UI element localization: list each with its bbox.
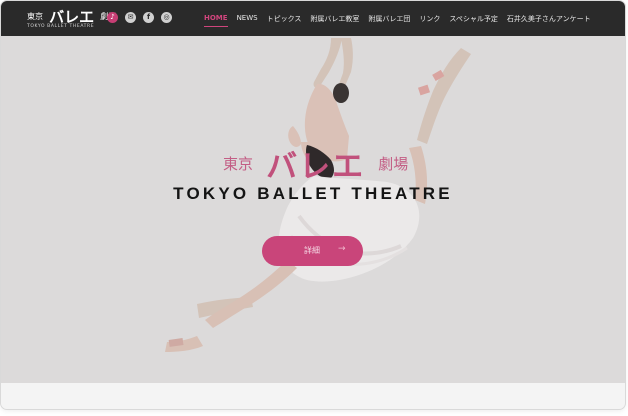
pink-circle-icon[interactable]: ♪	[107, 12, 118, 23]
logo-subtitle: TOKYO BALLET THEATRE	[27, 24, 95, 29]
hero-title: TOKYO BALLET THEATRE	[173, 184, 453, 203]
hero-section: 東京 バレエ 劇場 TOKYO BALLET THEATRE 詳細 →	[1, 36, 625, 383]
main-nav: HOME NEWS トピックス 附属バレエ教室 附属バレエ団 リンク スペシャル…	[204, 14, 591, 27]
hero-brand: 東京 バレエ 劇場	[223, 141, 408, 186]
nav-special-schedule[interactable]: スペシャル予定	[449, 14, 498, 24]
nav-news[interactable]: NEWS	[237, 14, 258, 24]
nav-survey[interactable]: 石井久美子さんアンケート	[507, 14, 591, 24]
mail-icon[interactable]: ✉	[125, 12, 136, 23]
details-button-label: 詳細	[304, 246, 320, 255]
site-logo[interactable]: 東京 バレエ 劇場 TOKYO BALLET THEATRE	[27, 6, 116, 32]
page-bottom-strip	[1, 383, 625, 409]
hero-brand-prefix: 東京	[223, 155, 254, 173]
arrow-right-icon: →	[338, 244, 346, 254]
facebook-icon[interactable]: f	[143, 12, 154, 23]
details-button[interactable]: 詳細 →	[262, 236, 363, 266]
nav-links[interactable]: リンク	[419, 14, 440, 24]
social-links: ♪ ✉ f ◎	[107, 12, 172, 23]
nav-ballet-company[interactable]: 附属バレエ団	[368, 14, 410, 24]
instagram-icon[interactable]: ◎	[161, 12, 172, 23]
hero-brand-suffix: 劇場	[378, 155, 409, 173]
nav-topics[interactable]: トピックス	[267, 14, 302, 24]
hero-overlay	[1, 36, 625, 383]
nav-home[interactable]: HOME	[204, 14, 228, 27]
hero-brand-main: バレエ	[266, 149, 366, 185]
nav-ballet-school[interactable]: 附属バレエ教室	[310, 14, 359, 24]
browser-frame: 東京 バレエ 劇場 TOKYO BALLET THEATRE ♪ ✉ f ◎ H…	[1, 1, 625, 409]
top-navigation-bar: 東京 バレエ 劇場 TOKYO BALLET THEATRE ♪ ✉ f ◎ H…	[1, 1, 625, 36]
logo-prefix: 東京	[27, 12, 43, 21]
